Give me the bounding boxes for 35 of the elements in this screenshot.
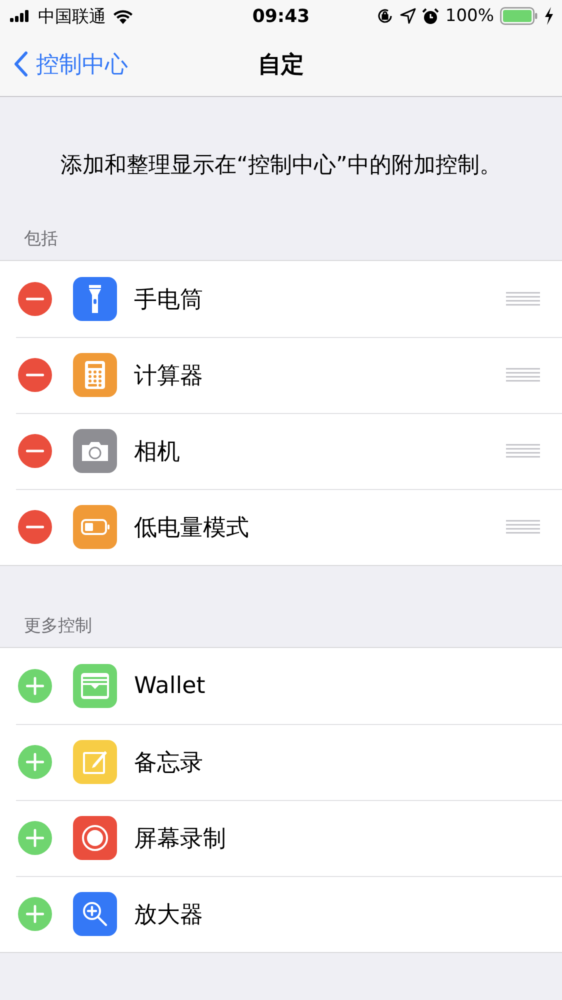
add-button[interactable]: [17, 744, 53, 780]
control-name: 手电筒: [134, 286, 204, 314]
drag-handle-icon[interactable]: [506, 368, 540, 382]
wifi-icon: [112, 8, 134, 24]
carrier-name: 中国联通: [38, 6, 106, 28]
alarm-clock-icon: [422, 8, 440, 24]
battery-icon: [500, 7, 538, 25]
control-name: 相机: [134, 438, 181, 466]
section-header: 更多控制: [23, 615, 93, 638]
charging-bolt-icon: [544, 7, 554, 25]
remove-button[interactable]: [17, 281, 53, 317]
control-name: 计算器: [134, 362, 204, 390]
remove-button[interactable]: [17, 357, 53, 393]
battery-percent: 100%: [445, 6, 494, 26]
add-button[interactable]: [17, 820, 53, 856]
remove-button[interactable]: [17, 509, 53, 545]
page-title: 自定: [258, 50, 304, 80]
control-name: Wallet: [134, 673, 206, 699]
section-header: 包括: [23, 228, 59, 251]
control-name: 备忘录: [134, 748, 204, 778]
control-name: 低电量模式: [134, 514, 250, 542]
chevron-left-icon: [14, 51, 28, 77]
control-name: 放大器: [134, 900, 204, 930]
location-arrow-icon: [400, 8, 416, 24]
drag-handle-icon[interactable]: [506, 292, 540, 306]
add-button[interactable]: [17, 668, 53, 704]
back-button[interactable]: 控制中心: [0, 48, 128, 80]
remove-button[interactable]: [17, 433, 53, 469]
description-text: 添加和整理显示在“控制中心”中的附加控制。: [60, 152, 502, 180]
drag-handle-icon[interactable]: [506, 444, 540, 458]
clock-time: 09:43: [252, 6, 310, 26]
add-button[interactable]: [17, 896, 53, 932]
rotation-lock-icon: [376, 7, 394, 25]
control-name: 屏幕录制: [134, 824, 227, 854]
drag-handle-icon[interactable]: [506, 520, 540, 534]
